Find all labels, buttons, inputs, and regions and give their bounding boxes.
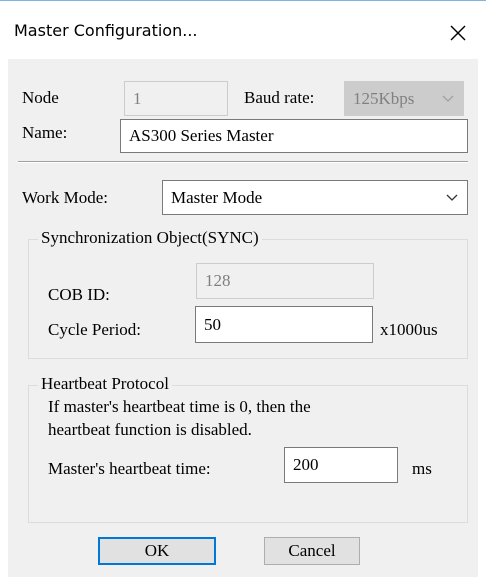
dialog-body: Node 1 Baud rate: 125Kbps Name: AS300 Se… [8, 59, 478, 577]
work-mode-value: Master Mode [171, 187, 263, 207]
sync-group-title: Synchronization Object(SYNC) [38, 228, 262, 248]
heartbeat-time-label: Master's heartbeat time: [48, 459, 211, 478]
heartbeat-note-line1: If master's heartbeat time is 0, then th… [48, 397, 311, 416]
baud-rate-select: 125Kbps [344, 81, 464, 116]
heartbeat-time-input[interactable]: 200 [284, 447, 398, 483]
master-configuration-dialog: Master Configuration... Node 1 Baud rate… [0, 0, 486, 584]
baud-rate-label: Baud rate: [244, 88, 315, 107]
cycle-period-input[interactable]: 50 [195, 306, 373, 343]
chevron-down-icon [442, 95, 454, 102]
cycle-period-unit: x1000us [380, 320, 438, 339]
cob-id-field: 128 [196, 263, 374, 299]
cycle-period-label: Cycle Period: [48, 320, 142, 339]
node-field: 1 [124, 81, 228, 116]
work-mode-select[interactable]: Master Mode [162, 180, 468, 215]
heartbeat-group-title: Heartbeat Protocol [38, 374, 172, 394]
close-icon[interactable] [444, 19, 472, 47]
node-label: Node [22, 88, 59, 107]
cancel-button[interactable]: Cancel [264, 537, 360, 565]
chevron-down-icon [446, 194, 458, 201]
name-label: Name: [22, 123, 68, 142]
window-title: Master Configuration... [14, 21, 198, 40]
work-mode-label: Work Mode: [22, 188, 108, 207]
separator [18, 161, 468, 163]
name-input[interactable]: AS300 Series Master [120, 119, 468, 153]
heartbeat-note-line2: heartbeat function is disabled. [48, 420, 252, 439]
cob-id-label: COB ID: [48, 285, 110, 304]
title-bar[interactable]: Master Configuration... [0, 1, 486, 59]
ok-button[interactable]: OK [98, 537, 216, 565]
baud-rate-value: 125Kbps [353, 88, 415, 108]
heartbeat-time-unit: ms [412, 459, 432, 478]
